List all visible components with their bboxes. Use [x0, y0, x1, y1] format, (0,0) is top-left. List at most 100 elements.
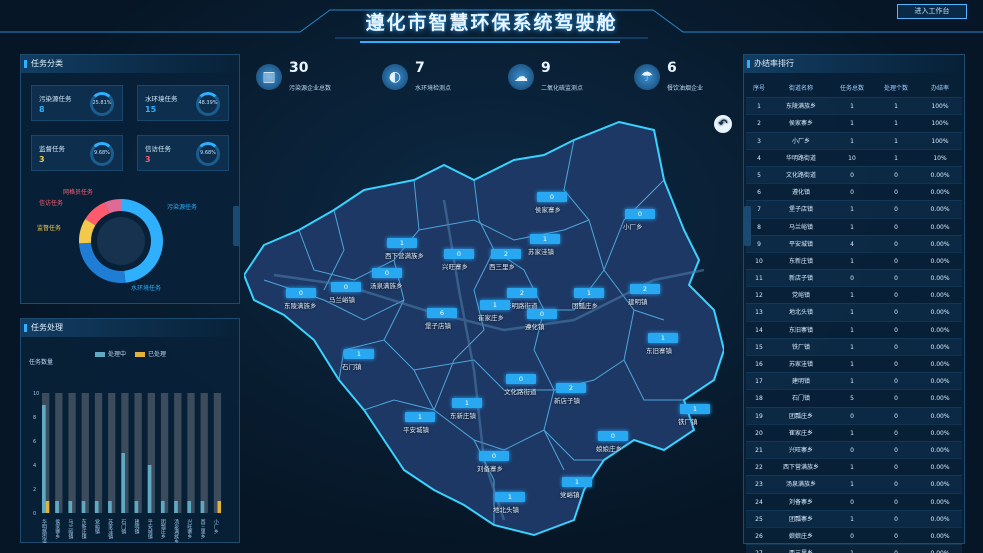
town-count-badge[interactable]: 1 — [680, 404, 710, 414]
town-count-badge[interactable]: 2 — [491, 249, 521, 259]
ranking-row[interactable]: 18 石门镇 5 0 0.00% — [746, 389, 962, 406]
town-count-badge[interactable]: 0 — [537, 192, 567, 202]
town-count-badge[interactable]: 0 — [625, 209, 655, 219]
ranking-row[interactable]: 2 侯家寨乡 1 1 100% — [746, 114, 962, 131]
town-count-badge[interactable]: 1 — [480, 300, 510, 310]
town-name[interactable]: 娘娘庄乡 — [596, 443, 622, 453]
ranking-row[interactable]: 20 崔家庄乡 1 0 0.00% — [746, 423, 962, 441]
ranking-row[interactable]: 8 马兰峪镇 1 0 0.00% — [746, 217, 962, 235]
town-name[interactable]: 侯家寨乡 — [535, 204, 561, 214]
town-count-badge[interactable]: 0 — [372, 268, 402, 278]
town-count-badge[interactable]: 2 — [507, 288, 537, 298]
town-count-badge[interactable]: 0 — [331, 282, 361, 292]
town-name[interactable]: 小厂乡 — [623, 221, 643, 231]
town-name[interactable]: 铁厂镇 — [678, 416, 698, 426]
bar-processing[interactable] — [160, 501, 165, 513]
ranking-row[interactable]: 21 兴旺寨乡 0 0 0.00% — [746, 440, 962, 459]
bar-processing[interactable] — [42, 405, 46, 513]
ranking-row[interactable]: 3 小厂乡 1 1 100% — [746, 131, 962, 149]
ranking-row[interactable]: 9 平安城镇 4 0 0.00% — [746, 234, 962, 252]
bar-processing[interactable] — [94, 501, 99, 513]
town-count-badge[interactable]: 1 — [344, 349, 374, 359]
town-name[interactable]: 东陵满族乡 — [284, 300, 317, 310]
ranking-row[interactable]: 1 东陵满族乡 1 1 100% — [746, 97, 962, 115]
town-count-badge[interactable]: 2 — [630, 284, 660, 294]
task-card[interactable]: 污染源任务 8 25.81% — [31, 85, 123, 121]
ranking-row[interactable]: 26 娘娘庄乡 0 0 0.00% — [746, 526, 962, 544]
town-count-badge[interactable]: 0 — [527, 309, 557, 319]
town-count-badge[interactable]: 1 — [562, 477, 592, 487]
town-name[interactable]: 西三里乡 — [489, 261, 515, 271]
ranking-row[interactable]: 10 东新庄镇 1 0 0.00% — [746, 251, 962, 269]
ranking-row[interactable]: 6 遵化镇 0 0 0.00% — [746, 183, 962, 200]
town-name[interactable]: 西下营满族乡 — [385, 250, 424, 260]
town-name[interactable]: 兴旺寨乡 — [442, 261, 468, 271]
bar-processing[interactable] — [55, 501, 59, 513]
town-count-badge[interactable]: 6 — [427, 308, 457, 318]
town-name[interactable]: 汤泉满族乡 — [370, 280, 403, 290]
town-name[interactable]: 马兰峪镇 — [329, 294, 355, 304]
ranking-row[interactable]: 14 东旧寨镇 1 0 0.00% — [746, 320, 962, 338]
town-name[interactable]: 刘备寨乡 — [477, 463, 503, 473]
ranking-row[interactable]: 15 铁厂镇 1 0 0.00% — [746, 337, 962, 355]
town-name[interactable]: 东新庄镇 — [450, 410, 476, 420]
ranking-row[interactable]: 11 新店子镇 0 0 0.00% — [746, 269, 962, 287]
left-collapse-handle[interactable] — [233, 206, 240, 246]
task-card[interactable]: 监督任务 3 9.68% — [31, 135, 123, 171]
town-name[interactable]: 崔家庄乡 — [478, 312, 504, 322]
town-name[interactable]: 堡子店镇 — [425, 320, 451, 330]
town-count-badge[interactable]: 0 — [286, 288, 316, 298]
bar-processing[interactable] — [147, 465, 152, 513]
bar-processing[interactable] — [187, 501, 192, 513]
ranking-row[interactable]: 19 团瓢庄乡 0 0 0.00% — [746, 406, 962, 424]
map-back-icon[interactable]: ↶ — [714, 115, 732, 133]
bar-processing[interactable] — [174, 501, 178, 513]
town-name[interactable]: 平安城镇 — [403, 424, 429, 434]
town-count-badge[interactable]: 1 — [648, 333, 678, 343]
bar-processing[interactable] — [121, 453, 125, 513]
town-count-badge[interactable]: 1 — [405, 412, 435, 422]
ranking-row[interactable]: 16 苏家洼镇 1 0 0.00% — [746, 355, 962, 372]
ranking-row[interactable]: 12 党峪镇 1 0 0.00% — [746, 286, 962, 303]
town-count-badge[interactable]: 0 — [479, 451, 509, 461]
enter-workbench-button[interactable]: 进入工作台 — [897, 4, 967, 19]
town-name[interactable]: 地北头镇 — [493, 504, 519, 514]
ranking-row[interactable]: 5 文化路街道 0 0 0.00% — [746, 165, 962, 184]
bar-processed[interactable] — [45, 501, 50, 513]
town-name[interactable]: 石门镇 — [342, 361, 362, 371]
ranking-row[interactable]: 13 地北头镇 1 0 0.00% — [746, 303, 962, 321]
town-count-badge[interactable]: 0 — [444, 249, 474, 259]
bar-processing[interactable] — [108, 501, 112, 513]
right-collapse-handle[interactable] — [744, 206, 751, 246]
town-count-badge[interactable]: 1 — [574, 288, 604, 298]
ranking-row[interactable]: 27西三里乡100.00% — [746, 544, 962, 553]
town-count-badge[interactable]: 0 — [506, 374, 536, 384]
ranking-row[interactable]: 22 西下营满族乡 1 0 0.00% — [746, 458, 962, 475]
ranking-row[interactable]: 23 汤泉满族乡 1 0 0.00% — [746, 475, 962, 493]
ranking-row[interactable]: 17 建明镇 1 0 0.00% — [746, 372, 962, 390]
town-count-badge[interactable]: 2 — [556, 383, 586, 393]
town-name[interactable]: 遵化镇 — [525, 321, 545, 331]
bar-processing[interactable] — [200, 501, 205, 513]
town-name[interactable]: 团瓢庄乡 — [572, 300, 598, 310]
town-count-badge[interactable]: 0 — [598, 431, 628, 441]
town-count-badge[interactable]: 1 — [452, 398, 482, 408]
town-name[interactable]: 东旧寨镇 — [646, 345, 672, 355]
ranking-row[interactable]: 4 华明路街道 10 1 10% — [746, 148, 962, 166]
ranking-row[interactable]: 25 团瓢寨乡 1 0 0.00% — [746, 509, 962, 527]
town-name[interactable]: 文化路街道 — [504, 386, 537, 396]
ranking-row[interactable]: 24 刘备寨乡 0 0 0.00% — [746, 492, 962, 510]
town-name[interactable]: 新店子镇 — [554, 395, 580, 405]
town-count-badge[interactable]: 1 — [387, 238, 417, 248]
ranking-row[interactable]: 7 堡子店镇 1 0 0.00% — [746, 200, 962, 218]
town-name[interactable]: 党峪镇 — [560, 489, 580, 499]
task-card[interactable]: 信访任务 3 9.68% — [137, 135, 229, 171]
bar-processing[interactable] — [68, 501, 73, 513]
town-count-badge[interactable]: 1 — [530, 234, 560, 244]
town-name[interactable]: 建明镇 — [628, 296, 648, 306]
bar-processing[interactable] — [134, 501, 139, 513]
town-count-badge[interactable]: 1 — [495, 492, 525, 502]
task-card[interactable]: 水环境任务 15 48.39% — [137, 85, 229, 121]
bar-processing[interactable] — [81, 501, 86, 513]
town-name[interactable]: 苏家洼镇 — [528, 246, 554, 256]
